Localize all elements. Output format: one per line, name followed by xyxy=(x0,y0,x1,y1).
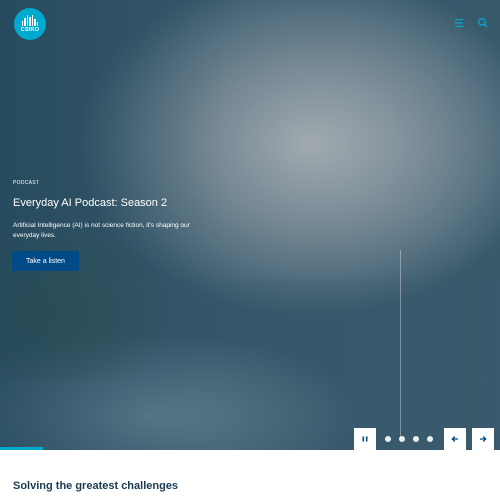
logo-text: CSIRO xyxy=(20,27,40,34)
take-a-listen-button[interactable]: Take a listen xyxy=(12,251,79,271)
menu-icon[interactable] xyxy=(452,16,466,30)
arrow-right-icon xyxy=(480,436,487,442)
slide-progress-bar xyxy=(0,447,43,450)
slide-dot-3[interactable] xyxy=(413,436,419,442)
hero-eyebrow: PODCAST xyxy=(13,180,40,186)
hero-title: Everyday AI Podcast: Season 2 xyxy=(13,197,168,209)
pause-icon xyxy=(362,436,368,442)
slide-dot-1[interactable] xyxy=(385,436,391,442)
page: CSIRO PODCAST Everyday AI Podcast: Seaso… xyxy=(0,0,500,500)
search-icon[interactable] xyxy=(476,16,490,30)
csiro-logo[interactable]: CSIRO xyxy=(14,8,46,40)
pause-button[interactable] xyxy=(354,428,376,450)
hero-carousel: CSIRO PODCAST Everyday AI Podcast: Seaso… xyxy=(0,0,500,450)
hero-description: Artificial Intelligence (AI) is not scie… xyxy=(13,222,190,239)
slide-dot-4[interactable] xyxy=(427,436,433,442)
section-title: Solving the greatest challenges xyxy=(13,480,179,492)
hero-image-line xyxy=(400,250,401,440)
previous-slide-button[interactable] xyxy=(444,428,466,450)
next-slide-button[interactable] xyxy=(472,428,494,450)
logo-bars-icon xyxy=(21,15,39,27)
slide-dot-2[interactable] xyxy=(399,436,405,442)
arrow-left-icon xyxy=(451,436,458,442)
